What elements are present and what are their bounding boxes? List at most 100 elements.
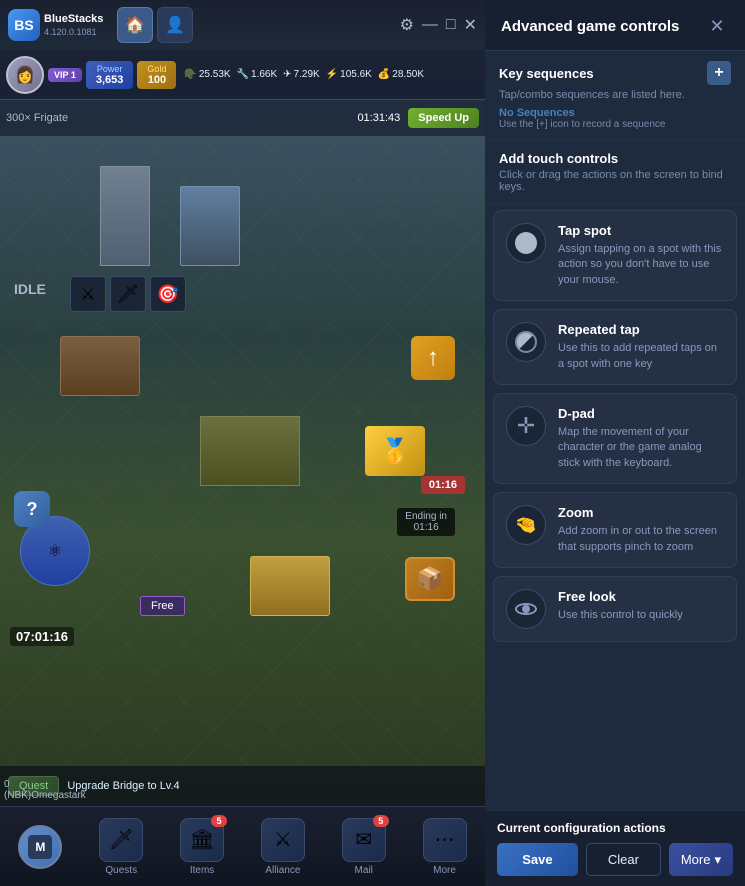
quests-icon-wrap: 🗡 (99, 818, 143, 862)
nav-item-more[interactable]: ⋯ More (420, 818, 470, 876)
tap-spot-desc: Assign tapping on a spot with this actio… (558, 242, 724, 288)
nav-item-alliance[interactable]: ⚔ Alliance (258, 818, 308, 876)
dpad-title: D-pad (558, 406, 724, 421)
nav-item-quests[interactable]: 🗡 Quests (96, 818, 146, 876)
ending-label: Ending in (405, 511, 447, 522)
nav-item-avatar[interactable]: M (15, 825, 65, 869)
question-mark-button[interactable]: ? (14, 491, 50, 527)
zoom-card[interactable]: 🤏 Zoom Add zoom in or out to the screen … (493, 492, 737, 568)
vip-badge: VIP 1 (48, 68, 82, 82)
repeated-tap-icon-wrap (506, 322, 546, 362)
tap-spot-icon-wrap (506, 223, 546, 263)
key-sequences-title: Key sequences (499, 66, 594, 81)
more-chevron-icon: ▾ (714, 852, 721, 868)
gold-box: Gold 100 (137, 61, 176, 89)
bottom-nav: M 🗡 Quests 🏛 5 Items ⚔ Alliance ✉ 5 (0, 806, 485, 886)
building-tower[interactable] (180, 186, 240, 266)
dpad-icon-wrap (506, 406, 546, 446)
unit-timer: 01:31:43 (357, 112, 400, 124)
zoom-desc: Add zoom in or out to the screen that su… (558, 524, 724, 555)
building-barracks[interactable] (60, 336, 140, 396)
panel-title: Advanced game controls (501, 18, 679, 35)
arrow-up-button[interactable]: ↑ (411, 336, 455, 380)
unit-thumb-1: ⚔ (70, 276, 106, 312)
app-version: 4.120.0.1081 (44, 27, 103, 37)
free-badge: Free (140, 596, 185, 616)
unit-name: 300× Frigate (6, 112, 68, 124)
panel-footer: Current configuration actions Save Clear… (485, 810, 745, 886)
maximize-icon[interactable]: □ (446, 16, 456, 34)
game-map[interactable]: IDLE ⚔ 🗡 🎯 ⚛ 🥇 01:16 ↑ ? Ending in 01:16… (0, 136, 485, 806)
minimize-icon[interactable]: — (422, 16, 438, 34)
wood-value: 1.66K (251, 69, 277, 80)
items-badge: 5 (211, 815, 227, 827)
tap-spot-title: Tap spot (558, 223, 724, 238)
tap-spot-card[interactable]: Tap spot Assign tapping on a spot with t… (493, 210, 737, 301)
mail-badge: 5 (373, 815, 389, 827)
game-area: BS BlueStacks 4.120.0.1081 🏠 👤 ⚙ — □ ✕ 👩… (0, 0, 485, 886)
mail-icon: ✉ (355, 827, 372, 852)
dpad-card[interactable]: D-pad Map the movement of your character… (493, 393, 737, 484)
more-button[interactable]: More ▾ (669, 843, 733, 876)
building-skyscraper[interactable] (100, 166, 150, 266)
tab-icons: 🏠 👤 (117, 7, 193, 43)
timer-badge: 01:16 (421, 476, 465, 494)
oil-value: 105.6K (340, 69, 372, 80)
nav-item-mail[interactable]: ✉ 5 Mail (339, 818, 389, 876)
unit-thumb-3: 🎯 (150, 276, 186, 312)
touch-controls-subtitle: Click or drag the actions on the screen … (499, 169, 731, 193)
more-icon-wrap: ⋯ (423, 818, 467, 862)
zoom-icon: 🤏 (515, 515, 537, 536)
dpad-desc: Map the movement of your character or th… (558, 425, 724, 471)
panel-close-button[interactable]: ✕ (705, 14, 729, 38)
key-sequences-subtitle: Tap/combo sequences are listed here. (499, 89, 731, 101)
power-box: Power 3,653 (86, 61, 134, 89)
sequence-hint: Use the [+] icon to record a sequence (499, 119, 731, 130)
more-button-label: More (681, 852, 711, 867)
resources-bar: 🪖25.53K 🔧1.66K ✈7.29K ⚡105.6K 💰28.50K (184, 69, 424, 80)
quests-label: Quests (105, 865, 137, 876)
player-avatar[interactable]: 👩 (6, 56, 44, 94)
settings-icon[interactable]: ⚙ (400, 15, 414, 35)
speed-up-button[interactable]: Speed Up (408, 108, 479, 128)
idle-label: IDLE (14, 281, 46, 297)
player-power: 0 (4, 779, 86, 790)
resource-oil: ⚡105.6K (326, 69, 372, 80)
tab-user[interactable]: 👤 (157, 7, 193, 43)
ore-value: 7.29K (294, 69, 320, 80)
more-icon: ⋯ (435, 827, 455, 852)
avatar[interactable]: M (18, 825, 62, 869)
ending-badge: Ending in 01:16 (397, 508, 455, 536)
building-storage[interactable] (250, 556, 330, 616)
alliance-label: Alliance (265, 865, 300, 876)
items-icon: 🏛 (189, 827, 214, 852)
chest-icon[interactable]: 📦 (405, 557, 455, 601)
footer-title: Current configuration actions (497, 821, 733, 835)
nav-item-items[interactable]: 🏛 5 Items (177, 818, 227, 876)
items-label: Items (190, 865, 214, 876)
clear-button[interactable]: Clear (586, 843, 661, 876)
repeated-tap-card[interactable]: Repeated tap Use this to add repeated ta… (493, 309, 737, 385)
player-info: 0 (NBK)Omegastark (4, 779, 86, 801)
repeated-tap-content: Repeated tap Use this to add repeated ta… (558, 322, 724, 372)
free-look-card[interactable]: Free look Use this control to quickly (493, 576, 737, 642)
alliance-icon: ⚔ (274, 827, 292, 852)
save-button[interactable]: Save (497, 843, 578, 876)
gold-pile[interactable]: 🥇 (365, 426, 425, 476)
resource-wood: 🔧1.66K (237, 69, 278, 80)
zoom-content: Zoom Add zoom in or out to the screen th… (558, 505, 724, 555)
ending-time: 01:16 (405, 522, 447, 533)
close-icon[interactable]: ✕ (464, 15, 477, 35)
dpad-content: D-pad Map the movement of your character… (558, 406, 724, 471)
repeated-tap-title: Repeated tap (558, 322, 724, 337)
tab-home[interactable]: 🏠 (117, 7, 153, 43)
zoom-title: Zoom (558, 505, 724, 520)
topbar: BS BlueStacks 4.120.0.1081 🏠 👤 ⚙ — □ ✕ (0, 0, 485, 50)
zoom-icon-wrap: 🤏 (506, 505, 546, 545)
touch-controls-section: Add touch controls Click or drag the act… (485, 141, 745, 204)
key-sequences-section: Key sequences + Tap/combo sequences are … (485, 51, 745, 141)
building-factory[interactable] (200, 416, 300, 486)
free-look-desc: Use this control to quickly (558, 608, 724, 623)
add-sequence-button[interactable]: + (707, 61, 731, 85)
unit-thumbnails: ⚔ 🗡 🎯 (70, 276, 186, 312)
